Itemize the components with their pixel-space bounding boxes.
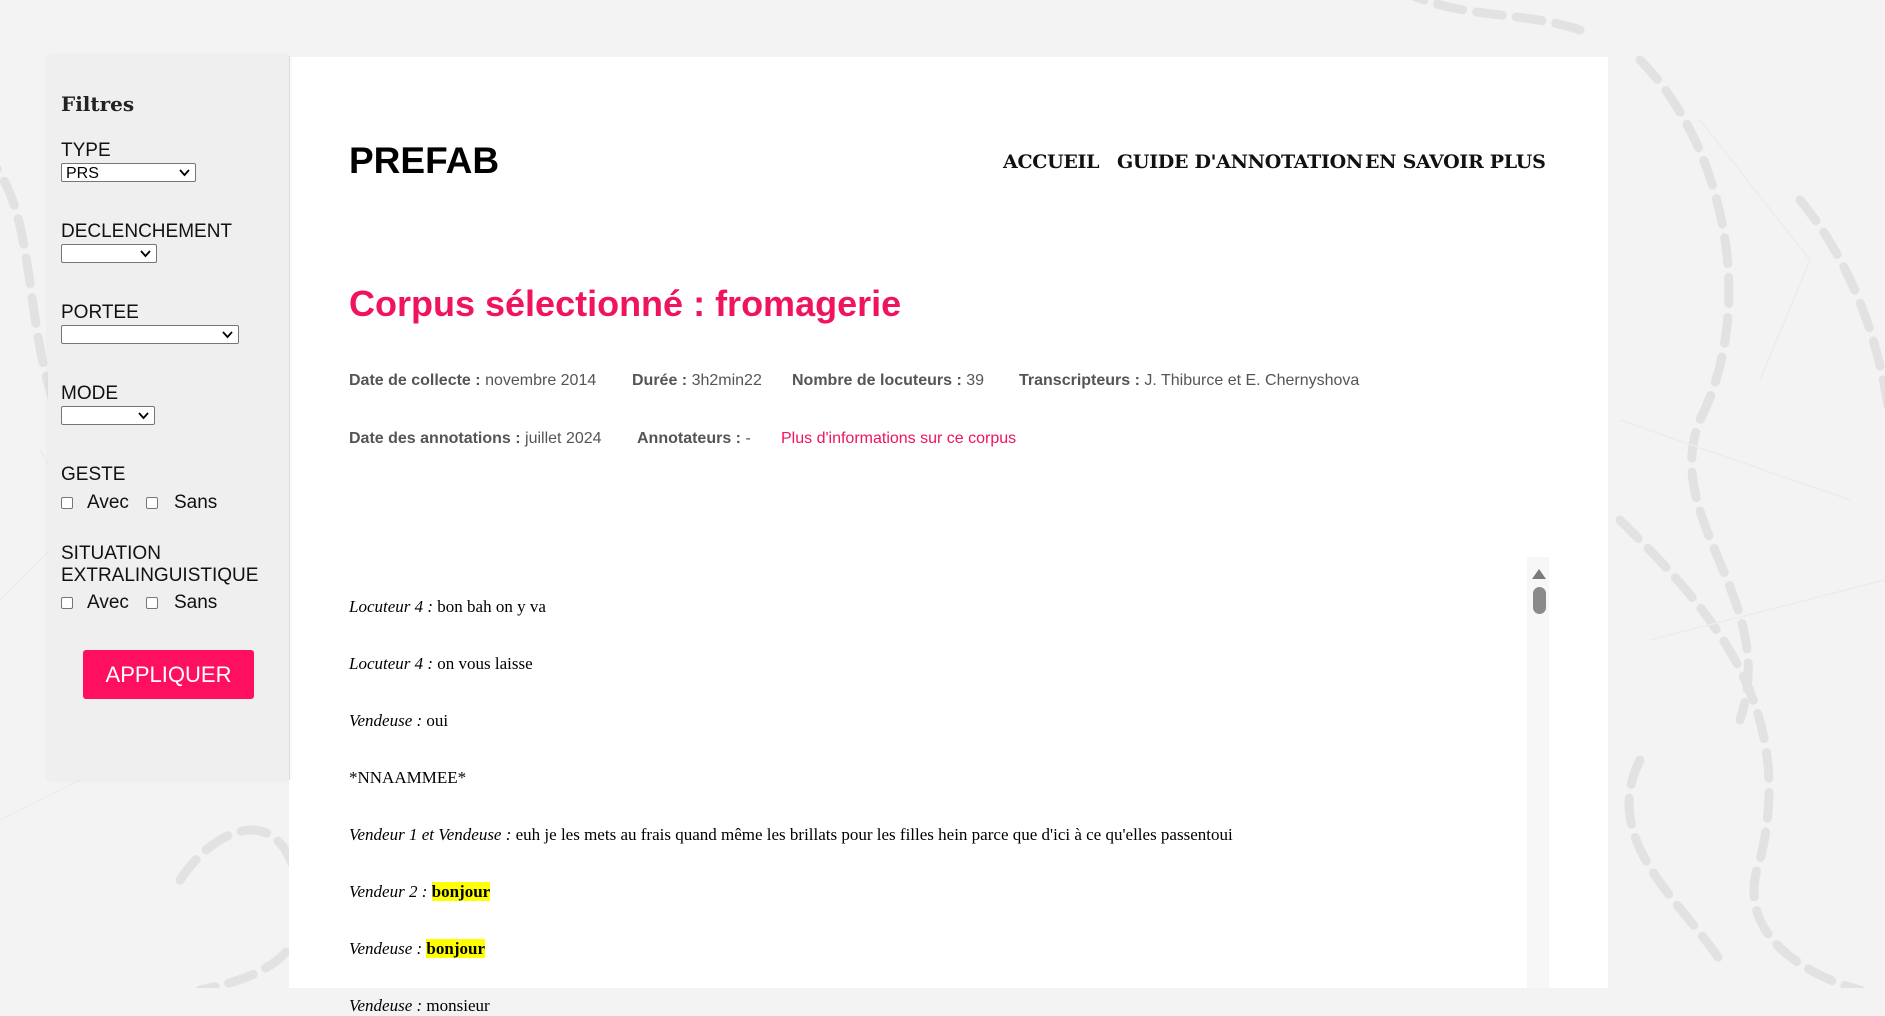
- portee-select[interactable]: [61, 325, 239, 344]
- situation-label-line1: SITUATION: [61, 543, 161, 564]
- speaker-label: Vendeuse :: [349, 711, 423, 730]
- type-select-value: PRS: [66, 165, 99, 182]
- utterance-text: on vous laisse: [437, 654, 533, 673]
- utterance-text: *NNAAMMEE*: [349, 768, 467, 787]
- meta-duree: Durée : 3h2min22: [632, 372, 762, 390]
- highlighted-annotation[interactable]: bonjour: [426, 939, 485, 958]
- filters-heading: Filtres: [61, 92, 135, 116]
- chevron-down-icon: [138, 412, 149, 420]
- declenchement-select[interactable]: [61, 244, 157, 263]
- geste-avec-label: Avec: [87, 492, 129, 513]
- chevron-down-icon: [222, 331, 233, 339]
- situation-sans-label: Sans: [174, 592, 218, 613]
- transcript-line: Vendeuse : oui: [349, 711, 448, 731]
- meta-locuteurs-value: 39: [966, 372, 985, 389]
- situation-label-line2: EXTRALINGUISTIQUE: [61, 565, 259, 586]
- transcript-line: Locuteur 4 : on vous laisse: [349, 654, 533, 674]
- meta-locuteurs: Nombre de locuteurs : 39: [792, 372, 984, 390]
- meta-duree-label: Durée :: [632, 372, 688, 389]
- nav-accueil[interactable]: ACCUEIL: [1003, 151, 1099, 173]
- scrollbar-thumb[interactable]: [1533, 587, 1546, 614]
- speaker-label: Locuteur 4 :: [349, 654, 434, 673]
- meta-locuteurs-label: Nombre de locuteurs :: [792, 372, 962, 389]
- transcript-line: Vendeur 1 et Vendeuse : euh je les mets …: [349, 825, 1233, 845]
- speaker-label: Vendeuse :: [349, 996, 423, 1015]
- scroll-up-arrow-icon[interactable]: [1532, 569, 1546, 579]
- type-select[interactable]: PRS: [61, 163, 196, 182]
- chevron-down-icon: [140, 250, 151, 258]
- transcript-line: *NNAAMMEE*: [349, 768, 466, 788]
- utterance-text: euh je les mets au frais quand même les …: [515, 825, 1233, 844]
- speaker-label: Vendeur 2 :: [349, 882, 428, 901]
- situation-sans-checkbox[interactable]: [146, 597, 158, 609]
- meta-annotateurs-value: -: [745, 430, 751, 447]
- meta-annotateurs-label: Annotateurs :: [637, 430, 741, 447]
- meta-date-collecte: Date de collecte : novembre 2014: [349, 372, 596, 390]
- situation-avec-checkbox[interactable]: [61, 597, 73, 609]
- transcript-line: Vendeuse : monsieur: [349, 996, 490, 1016]
- apply-button[interactable]: APPLIQUER: [83, 650, 254, 699]
- geste-label: GESTE: [61, 464, 126, 485]
- transcript-scrollbar[interactable]: [1527, 557, 1549, 988]
- speaker-label: Vendeur 1 et Vendeuse :: [349, 825, 512, 844]
- meta-annotateurs: Annotateurs : -: [637, 430, 751, 448]
- mode-select[interactable]: [61, 406, 155, 425]
- declenchement-label: DECLENCHEMENT: [61, 221, 233, 242]
- site-logo[interactable]: PREFAB: [349, 140, 499, 182]
- geste-sans-label: Sans: [174, 492, 218, 513]
- corpus-info-link-text[interactable]: Plus d'informations sur ce corpus: [781, 430, 1016, 447]
- situation-avec-label: Avec: [87, 592, 129, 613]
- portee-label: PORTEE: [61, 302, 139, 323]
- corpus-title: Corpus sélectionné : fromagerie: [349, 283, 902, 324]
- meta-transcripteurs-label: Transcripteurs :: [1019, 372, 1140, 389]
- geste-avec-checkbox[interactable]: [61, 497, 73, 509]
- geste-sans-checkbox[interactable]: [146, 497, 158, 509]
- nav-en-savoir-plus[interactable]: EN SAVOIR PLUS: [1365, 151, 1546, 173]
- meta-date-collecte-label: Date de collecte :: [349, 372, 481, 389]
- utterance-text: oui: [426, 711, 449, 730]
- meta-transcripteurs-value: J. Thiburce et E. Chernyshova: [1144, 372, 1360, 389]
- chevron-down-icon: [179, 169, 190, 177]
- transcript-line: Vendeuse : bonjour: [349, 939, 485, 959]
- main-content: PREFAB ACCUEIL GUIDE D'ANNOTATION EN SAV…: [289, 57, 1608, 1015]
- transcript-line: Locuteur 4 : bon bah on y va: [349, 597, 546, 617]
- speaker-label: Vendeuse :: [349, 939, 423, 958]
- mode-label: MODE: [61, 383, 118, 404]
- meta-date-annotations-label: Date des annotations :: [349, 430, 521, 447]
- meta-date-annotations-value: juillet 2024: [525, 430, 602, 447]
- transcript-line: Vendeur 2 : bonjour: [349, 882, 491, 902]
- highlighted-annotation[interactable]: bonjour: [431, 882, 491, 901]
- utterance-text: monsieur: [426, 996, 490, 1015]
- type-label: TYPE: [61, 140, 111, 161]
- meta-date-collecte-value: novembre 2014: [485, 372, 597, 389]
- meta-duree-value: 3h2min22: [691, 372, 762, 389]
- meta-date-annotations: Date des annotations : juillet 2024: [349, 430, 602, 448]
- corpus-info-link[interactable]: Plus d'informations sur ce corpus: [781, 430, 1016, 448]
- speaker-label: Locuteur 4 :: [349, 597, 434, 616]
- meta-transcripteurs: Transcripteurs : J. Thiburce et E. Chern…: [1019, 372, 1359, 390]
- filters-sidebar: Filtres TYPE PRS DECLENCHEMENT PORTEE MO…: [48, 56, 290, 780]
- utterance-text: bon bah on y va: [437, 597, 546, 616]
- nav-guide-annotation[interactable]: GUIDE D'ANNOTATION: [1117, 151, 1363, 173]
